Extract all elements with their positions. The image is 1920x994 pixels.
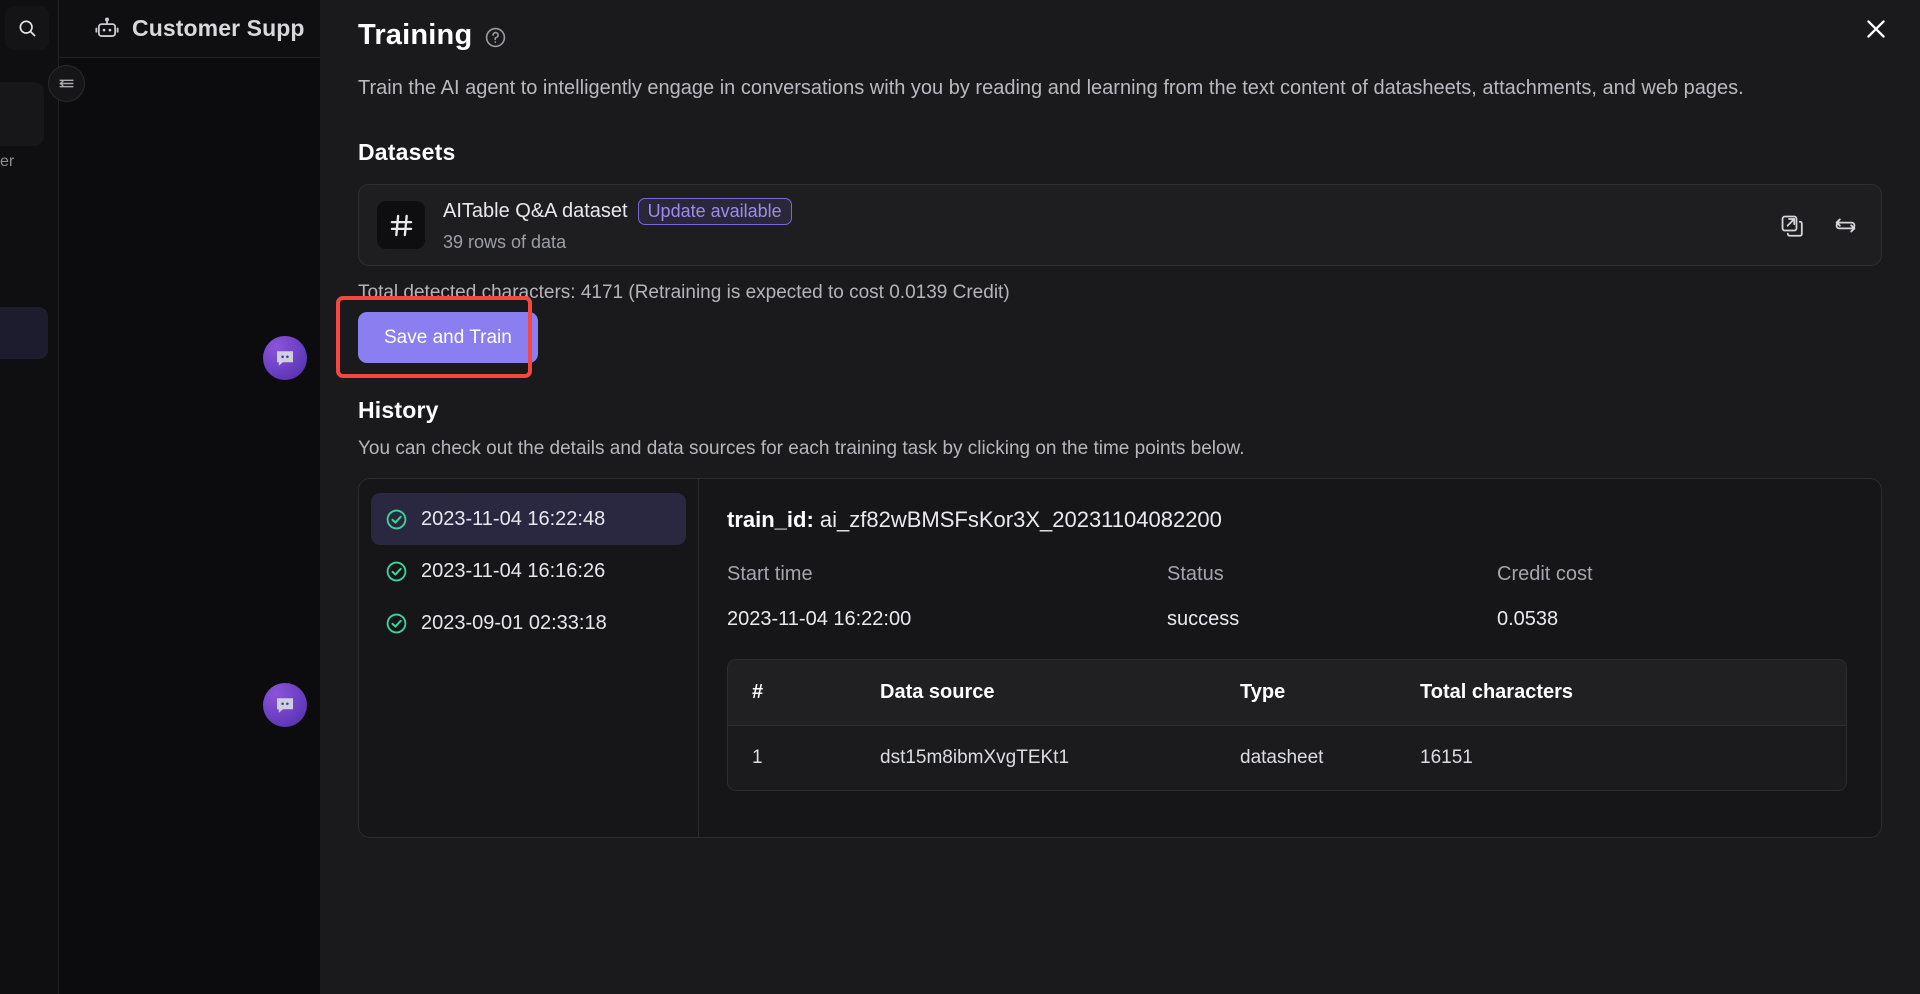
start-time-value: 2023-11-04 16:22:00 (727, 608, 912, 630)
open-in-new-icon (1781, 215, 1803, 237)
intro-description: Train the AI agent to intelligently enga… (358, 77, 1744, 99)
close-button[interactable] (1854, 7, 1898, 51)
credit-cost-value: 0.0538 (1497, 608, 1559, 630)
table-header-row: # Data source Type Total characters (728, 660, 1846, 725)
robot-icon (95, 16, 119, 37)
modal-header: Training (320, 0, 1920, 58)
history-item-2[interactable]: 2023-09-01 02:33:18 (371, 597, 686, 649)
history-description: You can check out the details and data s… (358, 438, 1245, 459)
column-header-type: Type (1240, 681, 1286, 703)
chat-bubble-icon (277, 698, 293, 713)
app-title: Customer Supp (132, 15, 305, 41)
rail-card[interactable] (0, 82, 44, 146)
start-time-column: Start time 2023-11-04 16:22:00 (727, 563, 1167, 631)
dataset-info: AITable Q&A dataset Update available 39 … (443, 197, 1777, 253)
modal-body: Train the AI agent to intelligently enga… (320, 72, 1920, 838)
check-circle-icon (386, 561, 407, 581)
column-header-data-source: Data source (880, 681, 995, 703)
dataset-card[interactable]: AITable Q&A dataset Update available 39 … (358, 184, 1882, 266)
update-available-badge[interactable]: Update available (637, 197, 792, 225)
table-row[interactable]: 1 dst15m8ibmXvgTEKt1 datasheet 16151 (728, 725, 1846, 790)
credit-cost-column: Credit cost 0.0538 (1497, 563, 1847, 631)
history-list: 2023-11-04 16:22:48 2023-11-04 16:16:26 … (359, 479, 699, 837)
data-source-table: # Data source Type Total characters 1 ds… (727, 659, 1847, 791)
history-item-1[interactable]: 2023-11-04 16:16:26 (371, 545, 686, 597)
search-button[interactable] (5, 6, 49, 50)
sync-refresh-icon (1835, 218, 1855, 232)
save-and-train-button[interactable]: Save and Train (358, 312, 538, 363)
cell-type: datasheet (1240, 747, 1324, 768)
credit-cost-label: Credit cost (1497, 563, 1593, 585)
total-characters-text: Total detected characters: 4171 (Retrain… (358, 282, 1010, 303)
history-item-0[interactable]: 2023-11-04 16:22:48 (371, 493, 686, 545)
history-timestamp: 2023-11-04 16:16:26 (421, 559, 606, 582)
history-detail: train_id: ai_zf82wBMSFsKor3X_20231104082… (699, 479, 1881, 837)
column-header-index: # (752, 681, 764, 703)
training-modal: Training Train the AI agent to intellige… (320, 0, 1920, 994)
dataset-name: AITable Q&A dataset (443, 199, 628, 222)
history-timestamp: 2023-09-01 02:33:18 (421, 611, 607, 634)
run-meta-grid: Start time 2023-11-04 16:22:00 Status su… (727, 563, 1847, 631)
history-section-title: History (358, 397, 439, 423)
rail-label: er (0, 153, 15, 170)
left-rail (0, 0, 58, 994)
history-panel: 2023-11-04 16:22:48 2023-11-04 16:16:26 … (358, 478, 1882, 838)
cell-index: 1 (752, 747, 763, 768)
close-icon (1867, 20, 1885, 38)
avatar[interactable] (263, 683, 307, 727)
datasets-section-title: Datasets (358, 139, 456, 165)
dataset-row-count: 39 rows of data (443, 231, 567, 252)
sync-dataset-button[interactable] (1831, 211, 1859, 239)
open-in-new-button[interactable] (1777, 211, 1805, 239)
dataset-thumbnail (377, 201, 425, 249)
status-column: Status success (1167, 563, 1497, 631)
check-circle-icon (386, 509, 407, 529)
train-id-label: train_id: (727, 507, 814, 532)
question-mark-circle-icon[interactable] (484, 26, 507, 49)
cell-total-characters: 16151 (1420, 747, 1473, 768)
start-time-label: Start time (727, 563, 813, 585)
history-timestamp: 2023-11-04 16:22:48 (421, 507, 606, 530)
collapse-sidebar-icon (59, 79, 74, 88)
page-title: Training (358, 18, 473, 51)
chat-bubble-icon (277, 351, 293, 366)
check-circle-icon (386, 613, 407, 633)
column-header-total-characters: Total characters (1420, 681, 1574, 703)
rail-divider (58, 0, 59, 994)
collapse-sidebar-button[interactable] (48, 65, 85, 102)
search-icon (19, 20, 36, 37)
hash-grid-icon (390, 214, 412, 236)
rail-active-item[interactable] (0, 307, 48, 359)
status-value: success (1167, 608, 1240, 630)
status-label: Status (1167, 563, 1224, 585)
avatar[interactable] (263, 336, 307, 380)
train-id-line: train_id: ai_zf82wBMSFsKor3X_20231104082… (727, 507, 1847, 533)
train-id-value: ai_zf82wBMSFsKor3X_20231104082200 (819, 507, 1222, 532)
dataset-actions (1777, 211, 1859, 239)
cell-data-source: dst15m8ibmXvgTEKt1 (880, 747, 1070, 768)
save-train-wrapper: Save and Train (336, 296, 538, 378)
